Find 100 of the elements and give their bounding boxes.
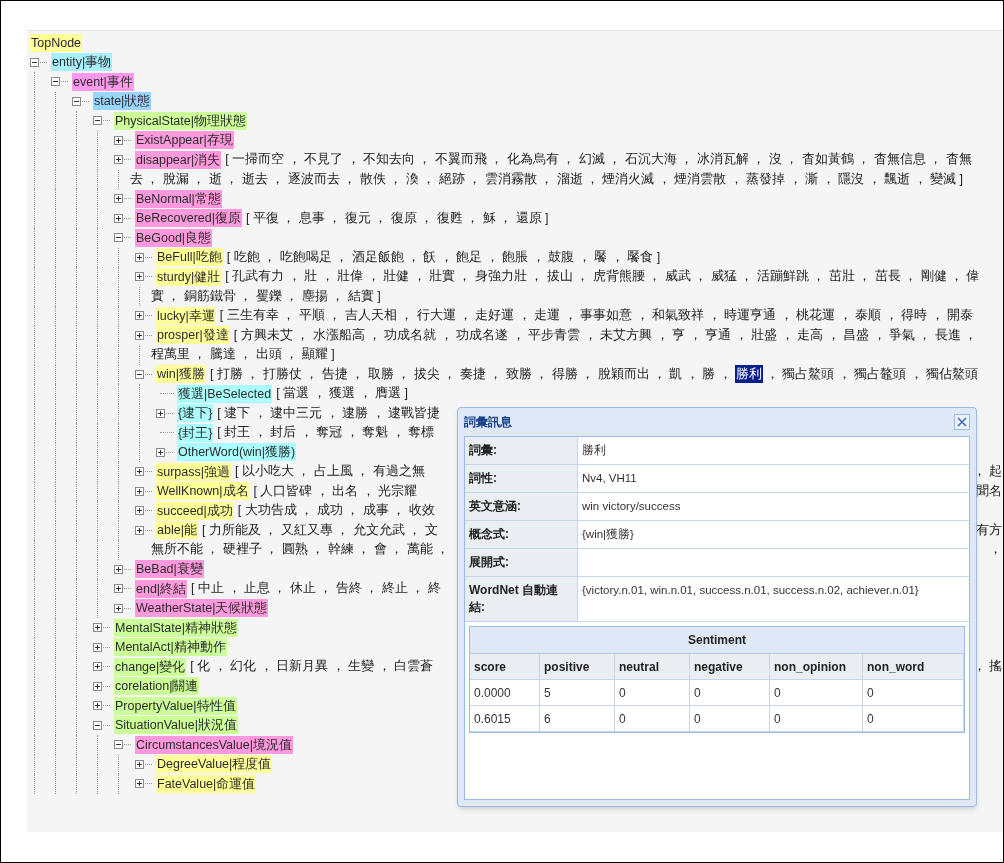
synonym-list: ， 搖 [972,657,1003,677]
node-label[interactable]: PhysicalState|物理狀態 [114,111,247,130]
node-label[interactable]: entity|事物 [51,53,113,72]
expand-toggle-icon[interactable] [135,330,144,340]
table-cell: 0 [615,680,690,706]
synonym-list: 程萬里 ， 騰達 ， 出頭 ， 顯耀 ] [151,345,335,365]
field-label: 概念式: [465,521,578,548]
table-cell: 0 [690,680,770,706]
field-value: Nv4, VH11 [581,471,638,486]
expand-toggle-icon[interactable] [114,564,123,574]
expand-toggle-icon[interactable] [114,213,123,223]
node-label[interactable]: ExistAppear|存現 [135,131,234,150]
table-cell: 0.0000 [470,680,540,706]
expand-toggle-icon[interactable] [114,584,123,594]
node-label[interactable]: event|事件 [72,72,134,91]
table-cell: 0 [863,706,964,732]
node-label[interactable]: lucky|幸運 [156,306,216,325]
expand-toggle-icon[interactable] [114,155,123,165]
node-label[interactable]: BeFull|吃飽 [156,248,223,267]
field-label: 展開式: [465,549,578,576]
node-label[interactable]: corelation|關連 [114,677,200,696]
column-header: neutral [615,654,690,680]
node-label[interactable]: BeGood|良態 [135,228,213,247]
node-label[interactable]: end|終結 [135,579,188,598]
node-label[interactable]: OtherWord(win|獲勝) [177,443,297,462]
expand-toggle-icon[interactable] [114,135,123,145]
expand-toggle-icon[interactable] [135,779,144,789]
expand-toggle-icon[interactable] [93,681,102,691]
node-label[interactable]: BeNormal|常態 [135,189,222,208]
collapse-toggle-icon[interactable] [51,77,60,87]
synonym-list: 去 ， 脫漏 ， 逝 ， 逝去 ， 逐波而去 ， 散佚 ， 渙 ， 絕跡 ， 雲消霧散 ， 溜逝 ， 煙消火滅 ， 煙消雲散 ， 蒸發掉 ， 澌 ， 隱沒 ， 飄逝 ， 變滅 ] [130,169,964,189]
table-cell: 0 [690,706,770,732]
synonym-list: [ 方興未艾 ， 水漲船高 ， 功成名就 ， 功成名遂 ， 平步青雲 ， 未艾方興 ， 亨 ， 亨通 ， 壯盛 ， 走高 ， 昌盛 ， 爭氣 ， 長進 ， [233,325,978,345]
node-label[interactable]: CircumstancesValue|境況值 [135,735,293,754]
synonym-list: ， [989,540,1003,560]
expand-toggle-icon[interactable] [93,623,102,633]
collapse-toggle-icon[interactable] [93,720,102,730]
node-label[interactable]: PropertyValue|特性值 [114,696,237,715]
expand-toggle-icon[interactable] [93,642,102,652]
synonym-list: [ 孔武有力 ， 壯 ， 壯偉 ， 壯健 ， 壯實 ， 身強力壯 ， 拔山 ， 虎背熊腰 ， 威武 ， 威猛 ， 活蹦鮮跳 ， 茁壯 ， 茁長 ， 剛健 ， 偉 [225,267,980,287]
field-label: 英文意涵: [465,493,578,520]
collapse-toggle-icon[interactable] [72,96,81,106]
node-label[interactable]: 獲選|BeSelected [177,384,273,403]
node-label[interactable]: {逮下} [177,404,214,423]
column-header: non_word [863,654,964,680]
node-label[interactable]: SituationValue|狀況值 [114,716,238,735]
selected-word[interactable]: 勝利 [734,365,763,384]
expand-toggle-icon[interactable] [135,486,144,496]
node-label[interactable]: succeed|成功 [156,501,234,520]
node-label[interactable]: prosper|發達 [156,326,230,345]
node-label[interactable]: surpass|強過 [156,462,231,481]
node-label[interactable]: able|能 [156,521,198,540]
node-label[interactable]: MentalState|精神狀態 [114,618,238,637]
node-label[interactable]: disappear|消失 [135,150,222,169]
node-label[interactable]: TopNode [30,33,83,52]
collapse-toggle-icon[interactable] [30,57,39,67]
expand-toggle-icon[interactable] [156,408,165,418]
node-label[interactable]: WellKnown|成名 [156,482,250,501]
synonym-list: [ 人口皆碑 ， 出名 ， 光宗耀 [253,481,418,501]
node-label[interactable]: DegreeValue|程度值 [156,755,273,774]
synonym-list[interactable]: [ 打勝 ， 打勝仗 ， 告捷 ， 取勝 ， 拔尖 ， 奏捷 ， 致勝 ， 得勝 ， 脫穎而出 ， 凱 ， 勝 ， [210,364,732,384]
column-header: score [470,654,540,680]
table-cell: 6 [540,706,615,732]
expand-toggle-icon[interactable] [93,701,102,711]
table-cell: 0 [615,706,690,732]
close-button[interactable] [954,414,970,430]
synonym-list: [ 當選 ， 獲選 ， 膺選 ] [276,384,408,404]
node-label[interactable]: {封王} [177,423,214,442]
expand-toggle-icon[interactable] [135,525,144,535]
collapse-toggle-icon[interactable] [93,116,102,126]
collapse-toggle-icon[interactable] [135,369,144,379]
expand-toggle-icon[interactable] [135,252,144,262]
synonym-list: [ 三生有幸 ， 平順 ， 吉人天相 ， 行大運 ， 走好運 ， 走運 ， 事事如意 ， 和氣致祥 ， 時運亨通 ， 桃花運 ， 泰順 ， 得時 ， 開泰 [219,306,974,326]
node-label[interactable]: state|狀態 [93,92,152,111]
expand-toggle-icon[interactable] [114,603,123,613]
table-cell: 5 [540,680,615,706]
collapse-toggle-icon[interactable] [114,233,123,243]
collapse-toggle-icon[interactable] [114,740,123,750]
expand-toggle-icon[interactable] [135,506,144,516]
expand-toggle-icon[interactable] [114,194,123,204]
synonym-list: 實 ， 銅筋鐵骨 ， 矍鑠 ， 塵揚 ， 結實 ] [151,286,381,306]
expand-toggle-icon[interactable] [135,311,144,321]
node-label[interactable]: FateValue|命運值 [156,774,257,793]
node-label[interactable]: sturdy|健壯 [156,267,222,286]
node-label[interactable]: BeRecovered|復原 [135,209,242,228]
node-label[interactable]: BeBad|衰變 [135,560,204,579]
expand-toggle-icon[interactable] [135,759,144,769]
expand-toggle-icon[interactable] [93,662,102,672]
table-cell: 0 [770,680,863,706]
field-value: 勝利 [581,443,607,458]
synonym-list[interactable]: ， 獨占鰲頭 ， 獨占鼇頭 ， 獨佔鰲頭 [765,364,979,384]
node-label[interactable]: MentalAct|精神動作 [114,638,227,657]
expand-toggle-icon[interactable] [156,447,165,457]
node-label[interactable]: win|獲勝 [156,365,206,384]
dialog-title: 詞彙訊息 [464,414,512,431]
expand-toggle-icon[interactable] [135,272,144,282]
field-label: 詞性: [465,465,578,492]
expand-toggle-icon[interactable] [135,467,144,477]
node-label[interactable]: WeatherState|天候狀態 [135,599,269,618]
node-label[interactable]: change|變化 [114,657,187,676]
